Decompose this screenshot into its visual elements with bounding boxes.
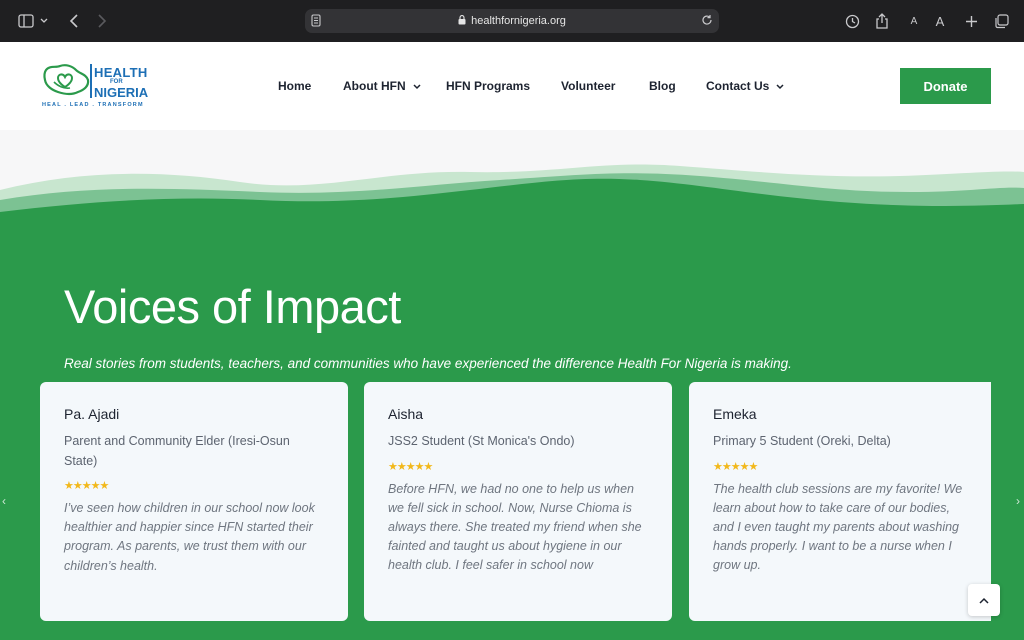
nav-item-programs[interactable]: HFN Programs — [446, 79, 530, 93]
browser-toolbar: healthfornigeria.org A A — [0, 0, 1024, 42]
testimonial-name: Aisha — [388, 406, 424, 422]
nav-item-label: Volunteer — [561, 79, 616, 93]
testimonial-name: Emeka — [713, 406, 757, 422]
nigeria-map-heart-icon — [43, 64, 90, 95]
logo-tagline: HEAL . LEAD . TRANSFORM — [42, 102, 144, 108]
nav-item-home[interactable]: Home — [278, 79, 311, 93]
chevron-down-icon[interactable] — [38, 11, 50, 31]
rating-stars-icon: ★★★★★ — [64, 480, 109, 492]
chevron-down-icon — [776, 79, 784, 93]
text-larger-icon[interactable]: A — [930, 11, 950, 31]
carousel-next-icon[interactable]: › — [1016, 494, 1020, 508]
new-tab-icon[interactable] — [961, 11, 981, 31]
back-icon[interactable] — [64, 11, 84, 31]
rating-stars-icon: ★★★★★ — [713, 460, 758, 473]
testimonial-card: Aisha JSS2 Student (St Monica's Ondo) ★★… — [364, 382, 672, 621]
nav-item-contact[interactable]: Contact Us — [706, 79, 784, 93]
donate-button[interactable]: Donate — [900, 68, 991, 104]
text-smaller-icon[interactable]: A — [904, 11, 924, 31]
testimonial-quote: I’ve seen how children in our school now… — [64, 501, 315, 573]
nav-item-label: Contact Us — [706, 79, 770, 93]
nav-item-label: About HFN — [343, 79, 406, 93]
testimonial-role: Parent and Community Elder (Iresi-Osun S… — [64, 434, 290, 468]
testimonial-name: Pa. Ajadi — [64, 406, 120, 422]
address-bar[interactable]: healthfornigeria.org — [305, 9, 719, 33]
logo-nigeria-text: NIGERIA — [94, 85, 149, 100]
page-title: Voices of Impact — [64, 280, 401, 333]
testimonial-card: Emeka Primary 5 Student (Oreki, Delta) ★… — [689, 382, 991, 621]
nav-item-label: HFN Programs — [446, 79, 531, 93]
reader-icon[interactable] — [311, 14, 321, 30]
url-text: healthfornigeria.org — [471, 15, 566, 27]
logo-wordmark: HEALTH FOR NIGERIA — [94, 66, 148, 99]
nav-item-label: Blog — [649, 79, 676, 93]
forward-icon[interactable] — [92, 11, 112, 31]
rating-stars-icon: ★★★★★ — [388, 460, 433, 473]
testimonial-quote: The health club sessions are my favorite… — [713, 481, 963, 573]
testimonial-quote: Before HFN, we had no one to help us whe… — [388, 481, 642, 573]
share-icon[interactable] — [872, 11, 892, 31]
lock-icon — [458, 14, 466, 28]
chevron-up-icon — [979, 591, 989, 609]
logo-health-text: HEALTH — [94, 65, 148, 80]
logo-divider — [90, 64, 92, 98]
sidebar-toggle-icon[interactable] — [16, 11, 36, 31]
page-subtitle: Real stories from students, teachers, an… — [64, 356, 792, 371]
chevron-down-icon — [413, 79, 421, 93]
nav-item-label: Home — [278, 79, 312, 93]
nav-item-about[interactable]: About HFN — [343, 79, 421, 93]
testimonial-role: Primary 5 Student (Oreki, Delta) — [713, 434, 891, 448]
scroll-to-top-button[interactable] — [968, 584, 1000, 616]
testimonial-card: Pa. Ajadi Parent and Community Elder (Ir… — [40, 382, 348, 621]
testimonial-role: JSS2 Student (St Monica's Ondo) — [388, 434, 575, 448]
wave-divider — [0, 130, 1024, 230]
nav-item-blog[interactable]: Blog — [649, 79, 676, 93]
nav-item-volunteer[interactable]: Volunteer — [561, 79, 615, 93]
history-icon[interactable] — [842, 11, 862, 31]
carousel-prev-icon[interactable]: ‹ — [2, 494, 6, 508]
site-header: HEALTH FOR NIGERIA HEAL . LEAD . TRANSFO… — [0, 42, 1024, 130]
tab-overview-icon[interactable] — [991, 11, 1011, 31]
reload-icon[interactable] — [701, 14, 713, 29]
site-logo[interactable]: HEALTH FOR NIGERIA HEAL . LEAD . TRANSFO… — [42, 62, 157, 112]
